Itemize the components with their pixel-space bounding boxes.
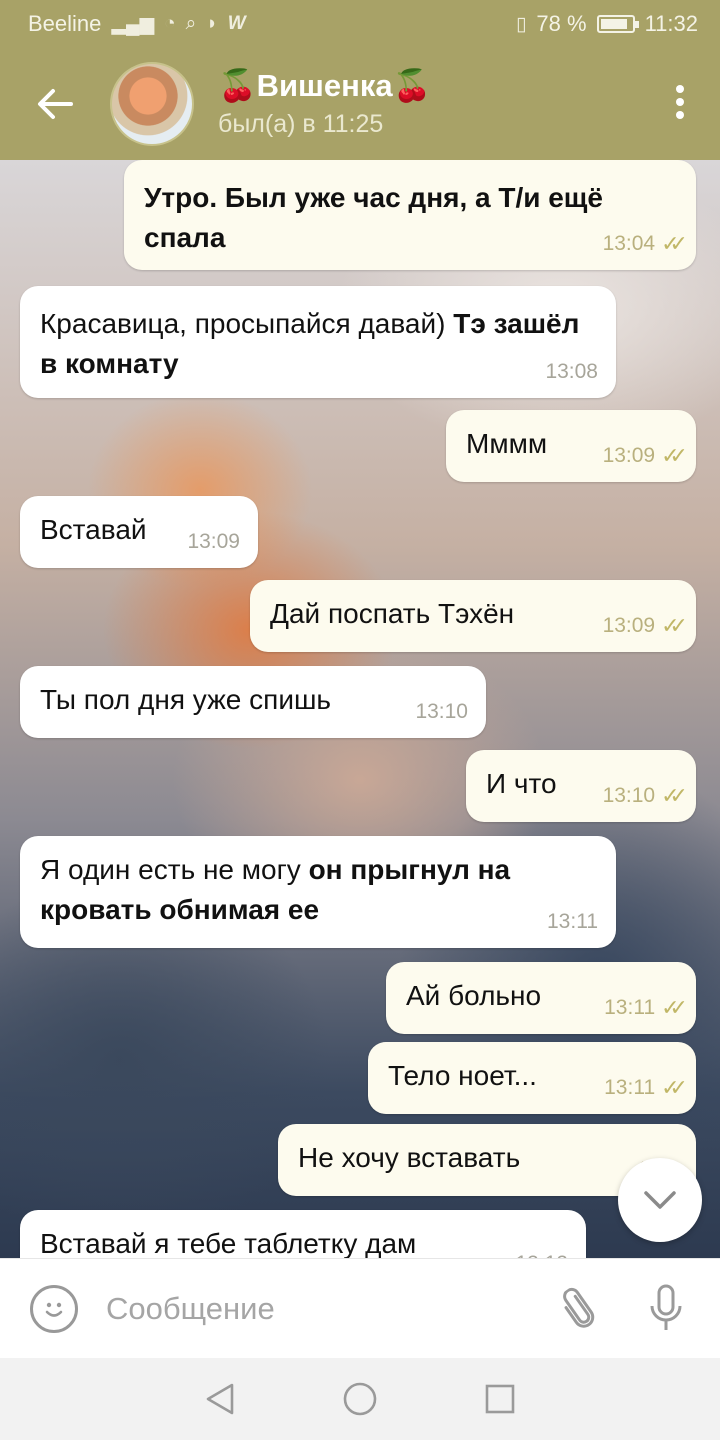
message-time: 13:11 — [547, 910, 598, 933]
message-bubble[interactable]: Ты пол дня уже спишь 13:10 — [20, 666, 486, 738]
microphone-button[interactable] — [644, 1279, 688, 1339]
message-text: Ты пол дня уже спишь — [40, 684, 332, 715]
double-check-icon: ✓✓ — [661, 443, 688, 468]
avatar[interactable] — [110, 62, 194, 146]
status-bar: Beeline ▂▄▆ ◔ ⌕ ◗ W ▯ 78 % 11:32 — [0, 0, 720, 48]
message-text: Мммм — [466, 428, 548, 459]
message-time: 13:09 ✓✓ — [603, 606, 688, 646]
message-text: Ай больно — [406, 980, 542, 1011]
message-time: 13:08 — [545, 360, 598, 383]
message-bubble[interactable]: Вставай я тебе таблетку дам 13:12 — [20, 1210, 586, 1258]
message-bubble[interactable]: Дай поспать Тэхён 13:09 ✓✓ — [250, 580, 696, 652]
chat-header: 🍒Вишенка🍒 был(а) в 11:25 — [0, 48, 720, 160]
message-time: 13:11 ✓✓ — [604, 988, 688, 1028]
battery-percent: 78 % — [536, 11, 587, 36]
scroll-down-button[interactable] — [618, 1158, 702, 1242]
smile-icon — [45, 1302, 63, 1317]
status-left: Beeline ▂▄▆ ◔ ⌕ ◗ W — [28, 11, 246, 37]
emoji-button[interactable] — [30, 1284, 78, 1333]
chat-title-block[interactable]: 🍒Вишенка🍒 был(а) в 11:25 — [218, 66, 431, 142]
microphone-icon — [650, 1284, 682, 1330]
nav-back-button[interactable] — [200, 1379, 240, 1419]
chat-area[interactable]: Утро. Был уже час дня, а Т/и ещё спала 1… — [0, 160, 720, 1258]
status-right: ▯ 78 % 11:32 — [516, 11, 698, 37]
message-text: Вставай — [40, 514, 147, 545]
message-text: Дай поспать Тэхён — [270, 598, 515, 629]
system-nav-bar — [0, 1358, 720, 1440]
chat-title: 🍒Вишенка🍒 — [218, 68, 432, 103]
message-input[interactable] — [106, 1290, 554, 1327]
more-menu-button[interactable] — [670, 84, 690, 124]
message-bubble[interactable]: И что 13:10 ✓✓ — [466, 750, 696, 822]
message-time: 13:04 ✓✓ — [603, 224, 688, 264]
last-seen-status: был(а) в 11:25 — [218, 110, 384, 138]
message-bubble[interactable]: Я один есть не могу он прыгнул на кроват… — [20, 836, 616, 948]
message-text: Вставай я тебе таблетку дам — [40, 1228, 417, 1258]
rss-icon: ◗ — [206, 13, 218, 34]
message-bubble[interactable]: Ай больно 13:11 ✓✓ — [386, 962, 696, 1034]
message-bubble[interactable]: Мммм 13:09 ✓✓ — [446, 410, 696, 482]
double-check-icon: ✓✓ — [661, 995, 688, 1020]
wifi-icon: ◔ — [164, 13, 176, 34]
double-check-icon: ✓✓ — [661, 1075, 688, 1100]
triangle-back-icon — [206, 1383, 234, 1415]
message-text: И что — [486, 768, 557, 799]
message-time: 13:09 ✓✓ — [603, 436, 688, 476]
message-time: 13:09 — [187, 530, 240, 553]
clock: 11:32 — [644, 11, 698, 36]
message-text: Тело ноет... — [388, 1060, 537, 1091]
message-bubble[interactable]: Вставай 13:09 — [20, 496, 258, 568]
message-bubble[interactable]: Тело ноет... 13:11 ✓✓ — [368, 1042, 696, 1114]
search-icon: ⌕ — [185, 13, 197, 34]
message-text-bold: Утро. Был уже час дня, а Т/и ещё спала — [144, 182, 604, 253]
vibrate-icon: ▯ — [515, 13, 527, 35]
message-time: 13:11 ✓✓ — [604, 1068, 688, 1108]
message-text: Красавица, просыпайся давай) — [40, 308, 454, 339]
message-input-bar — [0, 1258, 720, 1358]
carrier-name: Beeline — [28, 11, 102, 36]
nav-home-button[interactable] — [340, 1379, 380, 1419]
paperclip-icon — [563, 1287, 595, 1328]
message-text: Не хочу вставать — [298, 1142, 521, 1173]
circle-home-icon — [343, 1382, 377, 1416]
message-bubble[interactable]: Утро. Был уже час дня, а Т/и ещё спала 1… — [124, 160, 696, 270]
arrow-left-icon — [38, 89, 73, 119]
signal-icon: ▂▄▆ — [111, 13, 155, 35]
message-bubble[interactable]: Красавица, просыпайся давай) Тэ зашёл в … — [20, 286, 616, 398]
message-time: 13:10 — [415, 700, 468, 723]
back-button[interactable] — [0, 48, 110, 160]
more-vertical-icon — [676, 85, 684, 119]
message-text: Я один есть не могу — [40, 854, 309, 885]
chevron-down-icon — [644, 1191, 676, 1209]
attach-button[interactable] — [541, 1270, 615, 1347]
double-check-icon: ✓✓ — [661, 613, 688, 638]
double-check-icon: ✓✓ — [661, 783, 688, 808]
double-check-icon: ✓✓ — [661, 231, 688, 256]
battery-icon — [596, 15, 639, 33]
nav-recents-button[interactable] — [480, 1379, 520, 1419]
w-app-icon: W — [227, 13, 246, 34]
message-time: 13:10 ✓✓ — [603, 776, 688, 816]
square-recents-icon — [485, 1384, 515, 1414]
message-time: 13:12 — [515, 1244, 568, 1258]
